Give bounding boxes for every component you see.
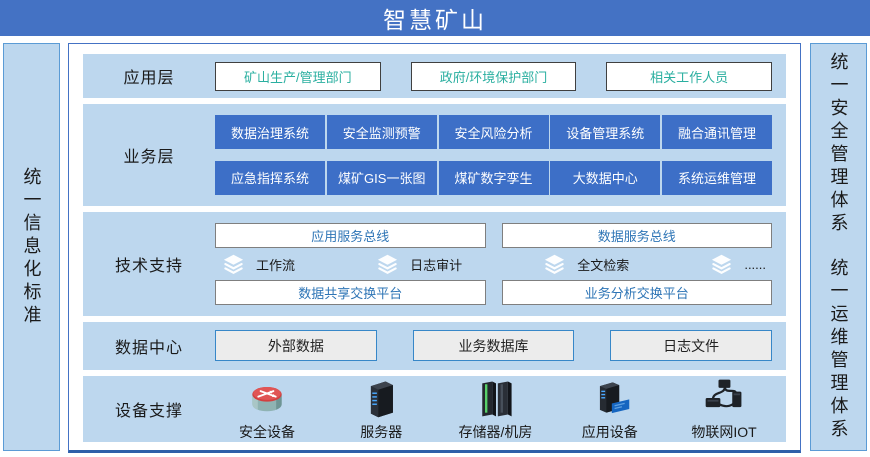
service-bus-row: 应用服务总线 数据服务总线 — [215, 223, 772, 248]
device-label-iot: 物联网IOT — [691, 422, 756, 442]
layers-icon — [375, 252, 400, 277]
business-analysis-platform-box: 业务分析交换平台 — [502, 280, 773, 305]
application-layer-band: 应用层 矿山生产/管理部门 政府/环境保护部门 相关工作人员 — [83, 54, 786, 98]
page-title: 智慧矿山 — [383, 1, 487, 35]
server-icon — [359, 376, 403, 420]
iot-network-icon — [702, 376, 746, 420]
middleware-label-log-audit: 日志审计 — [410, 255, 462, 274]
business-row-1: 数据治理系统 安全监测预警 安全风险分析 设备管理系统 融合通讯管理 — [215, 115, 772, 149]
device-application: 应用设备 — [562, 376, 658, 442]
device-iot: 物联网IOT — [676, 376, 772, 442]
data-center-content: 外部数据 业务数据库 日志文件 — [215, 322, 786, 370]
data-sharing-platform-box: 数据共享交换平台 — [215, 280, 486, 305]
middleware-fulltext-search: 全文检索 — [542, 252, 629, 277]
business-box-gis-map: 煤矿GIS一张图 — [327, 161, 437, 195]
app-service-bus-box: 应用服务总线 — [215, 223, 486, 248]
device-label-storage: 存储器/机房 — [459, 422, 533, 442]
device-storage: 存储器/机房 — [448, 376, 544, 442]
log-file-box: 日志文件 — [610, 330, 772, 361]
data-service-bus-box: 数据服务总线 — [502, 223, 773, 248]
device-server: 服务器 — [333, 376, 429, 442]
business-box-equipment-mgmt: 设备管理系统 — [550, 115, 660, 149]
tech-support-label: 技术支持 — [83, 212, 215, 316]
layers-icon — [542, 252, 567, 277]
data-center-label: 数据中心 — [83, 322, 215, 370]
app-device-icon — [588, 376, 632, 420]
device-security: 安全设备 — [219, 376, 315, 442]
middleware-label-workflow: 工作流 — [256, 255, 295, 274]
middleware-label-fulltext: 全文检索 — [577, 255, 629, 274]
layers-icon — [221, 252, 246, 277]
application-box-staff: 相关工作人员 — [606, 62, 772, 91]
business-row-2: 应急指挥系统 煤矿GIS一张图 煤矿数字孪生 大数据中心 系统运维管理 — [215, 161, 772, 195]
application-layer-label: 应用层 — [83, 54, 215, 98]
data-center-band: 数据中心 外部数据 业务数据库 日志文件 — [83, 322, 786, 370]
tech-support-band: 技术支持 应用服务总线 数据服务总线 工作流 — [83, 212, 786, 316]
business-layer-label: 业务层 — [83, 104, 215, 206]
left-bar-label: 统一信息化标准 — [23, 167, 41, 328]
device-support-band: 设备支撑 安全设备 — [83, 376, 786, 442]
business-box-digital-twin: 煤矿数字孪生 — [439, 161, 549, 195]
main-frame: 应用层 矿山生产/管理部门 政府/环境保护部门 相关工作人员 业务层 数据治理系… — [68, 43, 801, 453]
device-support-label: 设备支撑 — [83, 376, 215, 442]
right-bar-label-security: 统一安全管理体系 — [830, 52, 848, 236]
application-layer-content: 矿山生产/管理部门 政府/环境保护部门 相关工作人员 — [215, 54, 786, 98]
business-layer-band: 业务层 数据治理系统 安全监测预警 安全风险分析 设备管理系统 融合通讯管理 应… — [83, 104, 786, 206]
business-box-emergency-command: 应急指挥系统 — [215, 161, 325, 195]
business-box-comms-mgmt: 融合通讯管理 — [662, 115, 772, 149]
business-layer-content: 数据治理系统 安全监测预警 安全风险分析 设备管理系统 融合通讯管理 应急指挥系… — [215, 104, 786, 206]
storage-rack-icon — [474, 376, 518, 420]
external-data-box: 外部数据 — [215, 330, 377, 361]
layers-icon — [709, 252, 734, 277]
middleware-log-audit: 日志审计 — [375, 252, 462, 277]
middleware-workflow: 工作流 — [221, 252, 295, 277]
device-label-security: 安全设备 — [239, 422, 295, 442]
device-label-application: 应用设备 — [582, 422, 638, 442]
left-standard-bar: 统一信息化标准 — [3, 43, 60, 451]
device-support-content: 安全设备 服务器 — [215, 376, 786, 442]
business-box-data-governance: 数据治理系统 — [215, 115, 325, 149]
business-box-risk-analysis: 安全风险分析 — [439, 115, 549, 149]
middleware-row: 工作流 日志审计 — [215, 252, 772, 277]
right-bar-label-ops: 统一运维管理体系 — [830, 258, 848, 442]
title-banner: 智慧矿山 — [0, 0, 870, 36]
middleware-more: ...... — [709, 252, 766, 277]
business-box-safety-monitoring: 安全监测预警 — [327, 115, 437, 149]
smart-mine-architecture-diagram: 智慧矿山 统一信息化标准 统一安全管理体系 统一运维管理体系 应用层 矿山生产/… — [0, 0, 870, 457]
platform-row: 数据共享交换平台 业务分析交换平台 — [215, 280, 772, 305]
device-label-server: 服务器 — [360, 422, 402, 442]
tech-support-content: 应用服务总线 数据服务总线 工作流 — [215, 212, 786, 316]
business-box-big-data-center: 大数据中心 — [550, 161, 660, 195]
business-database-box: 业务数据库 — [413, 330, 575, 361]
firewall-router-icon — [245, 376, 289, 420]
right-system-bar: 统一安全管理体系 统一运维管理体系 — [810, 43, 867, 451]
application-box-mine-production: 矿山生产/管理部门 — [215, 62, 381, 91]
business-box-ops-mgmt: 系统运维管理 — [662, 161, 772, 195]
application-box-government: 政府/环境保护部门 — [411, 62, 577, 91]
middleware-label-more: ...... — [744, 257, 766, 272]
